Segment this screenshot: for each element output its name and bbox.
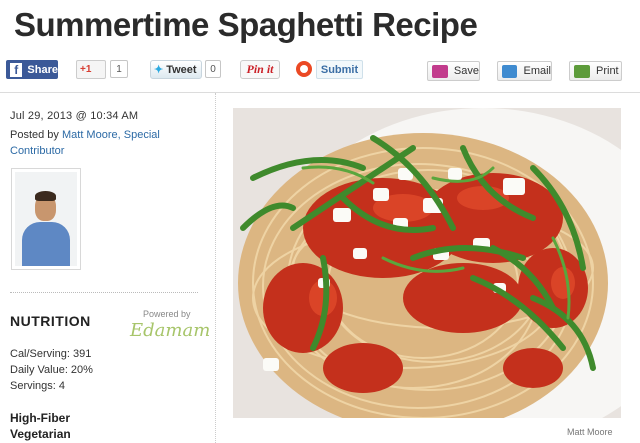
print-icon	[574, 64, 590, 78]
posted-by-label: Posted by	[10, 129, 59, 141]
avatar-shirt	[22, 222, 70, 266]
nutrition-facts: Cal/Serving: 391 Daily Value: 20% Servin…	[10, 346, 93, 394]
sidebar-divider	[10, 292, 198, 293]
recipe-photo	[233, 108, 621, 418]
column-divider	[215, 93, 216, 443]
email-button[interactable]: Email	[497, 61, 552, 81]
spaghetti-plate-image	[233, 108, 621, 418]
facebook-share-label: Share	[27, 63, 58, 76]
share-bar: f Share +1 1 ✦ Tweet 0 Pin it Submit Sav…	[0, 60, 640, 84]
facebook-share-button[interactable]: f Share	[6, 60, 58, 79]
nutrition-title: NUTRITION	[10, 313, 91, 329]
gplus-label: +1	[80, 64, 92, 75]
post-date: Jul 29, 2013 @ 10:34 AM	[10, 110, 139, 122]
print-label: Print	[596, 65, 619, 77]
pinterest-button[interactable]: Pin it	[240, 60, 280, 79]
submit-button[interactable]: Submit	[316, 60, 363, 79]
byline: Posted by Matt Moore, Special Contributo…	[10, 127, 190, 159]
calories-per-serving: Cal/Serving: 391	[10, 348, 92, 360]
daily-value: Daily Value: 20%	[10, 364, 93, 376]
email-label: Email	[523, 65, 551, 77]
print-button[interactable]: Print	[569, 61, 622, 81]
edamam-logo[interactable]: Edamam	[130, 320, 210, 341]
author-link[interactable]: Matt Moore	[62, 129, 118, 141]
photo-credit: Matt Moore	[567, 427, 613, 437]
stumbleupon-icon[interactable]	[296, 61, 312, 77]
diet-label-vegetarian: Vegetarian	[10, 427, 71, 441]
powered-by-label: Powered by	[143, 309, 191, 319]
avatar-hair	[35, 191, 56, 201]
gplus-count: 1	[110, 60, 128, 78]
page-title: Summertime Spaghetti Recipe	[14, 6, 478, 43]
sidebar: Jul 29, 2013 @ 10:34 AM Posted by Matt M…	[0, 93, 215, 443]
diet-label-high-fiber: High-Fiber	[10, 411, 70, 425]
twitter-icon: ✦	[154, 64, 164, 76]
save-button[interactable]: Save	[427, 61, 480, 81]
gplus-button[interactable]: +1	[76, 60, 106, 79]
avatar	[15, 172, 77, 266]
tweet-button[interactable]: ✦ Tweet	[150, 60, 202, 79]
save-label: Save	[453, 65, 479, 77]
email-icon	[502, 64, 518, 78]
author-photo-frame[interactable]	[11, 168, 81, 270]
pinterest-label: Pin it	[246, 62, 274, 76]
diet-labels: High-Fiber Vegetarian	[10, 410, 71, 442]
save-icon	[432, 64, 448, 78]
tweet-count: 0	[205, 60, 221, 78]
servings: Servings: 4	[10, 380, 66, 392]
facebook-icon: f	[10, 62, 23, 77]
tweet-label: Tweet	[166, 63, 197, 76]
